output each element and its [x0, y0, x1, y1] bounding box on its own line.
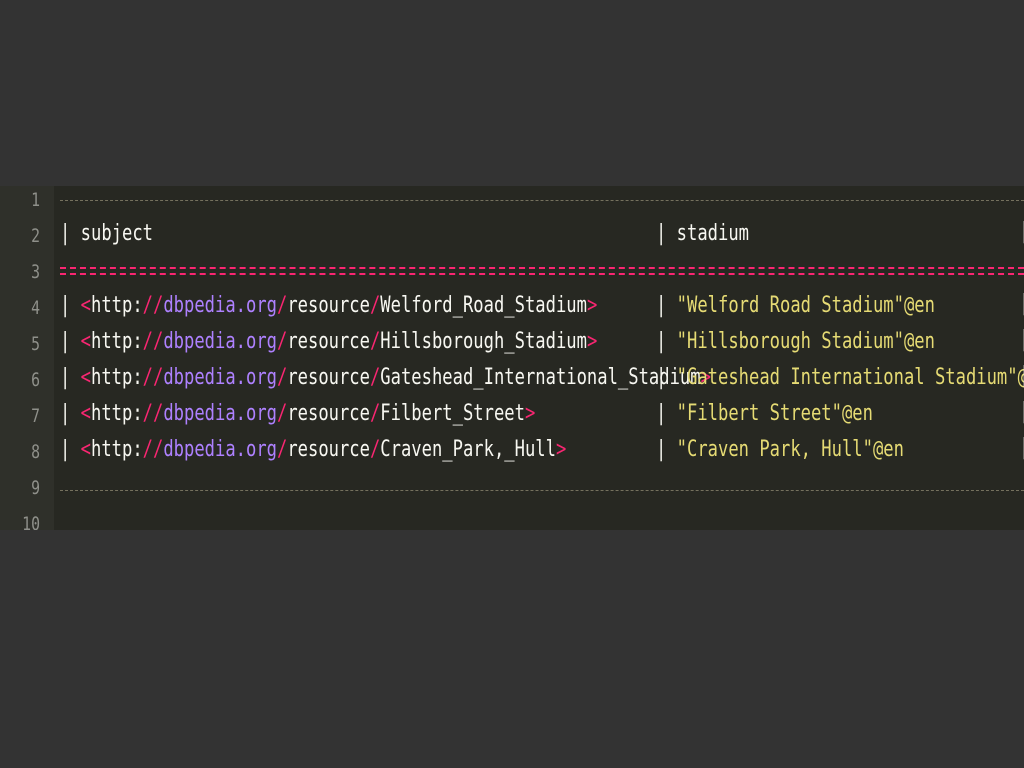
stadium-literal: "Filbert Street"@en — [676, 401, 873, 426]
line-number: 3 — [31, 261, 40, 283]
line-number: 5 — [31, 333, 40, 355]
column-separator: | — [656, 437, 667, 462]
column-separator: | — [60, 221, 71, 246]
column-separator: | — [60, 293, 71, 318]
resource-name: Craven_Park,_Hull — [380, 437, 556, 462]
header-subject: subject — [80, 221, 153, 246]
table-top-border — [60, 200, 1024, 201]
column-separator: | — [656, 293, 667, 318]
column-separator: | — [60, 401, 71, 426]
resource-name: Filbert_Street — [380, 401, 525, 426]
stadium-literal: "Gateshead International Stadium"@en — [676, 365, 1024, 390]
column-separator: | — [1018, 328, 1024, 352]
stadium-literal: "Craven Park, Hull"@en — [676, 437, 904, 462]
line-number: 1 — [31, 189, 40, 211]
column-separator: | — [60, 329, 71, 354]
column-separator: | — [1018, 364, 1024, 388]
header-separator — [60, 267, 1024, 275]
header-stadium: stadium — [676, 221, 749, 246]
column-separator: | — [60, 365, 71, 390]
line-number: 2 — [31, 225, 40, 247]
line-number: 4 — [31, 297, 40, 319]
table-row: | <http://dbpedia.org/resource/Craven_Pa… — [60, 432, 1024, 468]
line-number: 7 — [31, 405, 40, 427]
table-bottom-border — [60, 490, 1024, 491]
line-number: 9 — [31, 477, 40, 499]
resource-name: Gateshead_International_Stadium — [380, 365, 701, 390]
column-separator: | — [1018, 292, 1024, 316]
stadium-literal: "Welford Road Stadium"@en — [676, 293, 935, 318]
column-separator: | — [656, 365, 667, 390]
column-separator: | — [1018, 436, 1024, 460]
table-row: | <http://dbpedia.org/resource/Filbert_S… — [60, 396, 1024, 432]
column-separator: | — [1018, 220, 1024, 244]
line-number: 6 — [31, 369, 40, 391]
line-number: 10 — [22, 513, 40, 530]
column-separator: | — [1018, 400, 1024, 424]
resource-name: Welford_Road_Stadium — [380, 293, 587, 318]
line-number-gutter: 1 2 3 4 5 6 7 8 9 10 — [0, 186, 54, 530]
column-separator: | — [656, 401, 667, 426]
column-separator: | — [656, 329, 667, 354]
column-separator: | — [60, 437, 71, 462]
resource-name: Hillsborough_Stadium — [380, 329, 587, 354]
table-row: | <http://dbpedia.org/resource/Welford_R… — [60, 288, 1024, 324]
table-row: | <http://dbpedia.org/resource/Gateshead… — [60, 360, 1024, 396]
column-separator: | — [656, 221, 667, 246]
table-header-row: | subject | stadium | — [60, 216, 1024, 252]
table-row: | <http://dbpedia.org/resource/Hillsboro… — [60, 324, 1024, 360]
line-number: 8 — [31, 441, 40, 463]
code-editor[interactable]: 1 2 3 4 5 6 7 8 9 10 | subject | stadium… — [0, 186, 1024, 530]
stadium-literal: "Hillsborough Stadium"@en — [676, 329, 935, 354]
